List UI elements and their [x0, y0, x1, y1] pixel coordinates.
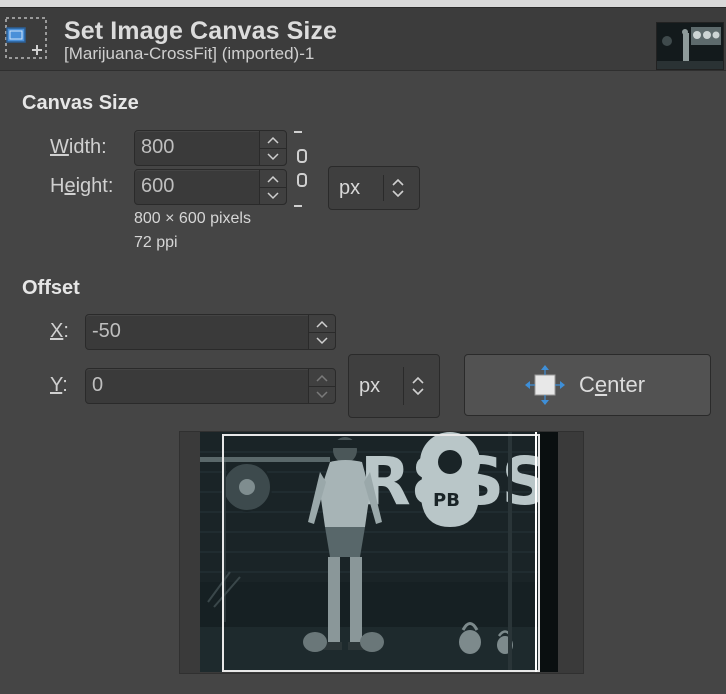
width-label-mnemonic: W	[50, 136, 69, 158]
pixel-dimensions-text: 800 × 600 pixels	[134, 210, 251, 227]
width-label: Width:	[50, 136, 107, 159]
height-label-mnemonic: e	[64, 175, 76, 197]
offset-x-label: X:	[50, 320, 69, 343]
canvas-size-icon	[4, 16, 48, 60]
canvas-preview[interactable]: R8SS PB	[179, 431, 584, 674]
height-spinbutton[interactable]: 600	[134, 169, 287, 205]
offset-x-colon: :	[63, 320, 69, 342]
dialog-header: Set Image Canvas Size [Marijuana-CrossFi…	[0, 8, 726, 71]
preview-image[interactable]: R8SS PB	[200, 432, 558, 672]
offset-y-value[interactable]: 0	[92, 374, 103, 397]
offset-x-decrement-arrow-icon[interactable]	[309, 332, 335, 349]
offset-y-spinbutton[interactable]: 0	[85, 368, 336, 404]
center-button[interactable]: Center	[464, 354, 711, 416]
width-label-rest: idth:	[68, 136, 107, 158]
height-value[interactable]: 600	[141, 175, 174, 198]
canvas-boundary-frame	[222, 434, 540, 672]
size-unit-separator	[383, 175, 384, 201]
offset-x-spinbutton[interactable]: -50	[85, 314, 336, 350]
height-label: Height:	[50, 175, 113, 198]
offset-unit-updown-icon	[411, 375, 425, 402]
dialog-subtitle: [Marijuana-CrossFit] (imported)-1	[64, 44, 315, 63]
chain-link-icon[interactable]	[292, 130, 310, 210]
offset-heading: Offset	[22, 277, 80, 299]
resolution-text: 72 ppi	[134, 234, 178, 251]
width-decrement-arrow-icon[interactable]	[260, 148, 286, 165]
window-top-strip	[0, 0, 726, 8]
offset-x-mnemonic: X	[50, 320, 64, 342]
center-button-label: Center	[579, 372, 645, 398]
dialog-title: Set Image Canvas Size	[64, 17, 338, 45]
offset-unit-selector[interactable]: px	[348, 354, 440, 418]
image-thumbnail	[656, 22, 724, 70]
offset-y-increment-arrow-icon[interactable]	[309, 369, 335, 387]
offset-x-increment-arrow-icon[interactable]	[309, 315, 335, 333]
center-label-rest: nter	[607, 372, 646, 397]
offset-y-label: Y:	[50, 374, 68, 397]
offset-y-spin-arrows[interactable]	[308, 369, 335, 403]
height-label-rest: ight:	[75, 175, 114, 197]
offset-y-colon: :	[62, 374, 68, 396]
width-increment-arrow-icon[interactable]	[260, 131, 286, 149]
height-label-pre: H	[50, 175, 65, 197]
center-label-pre: C	[579, 372, 595, 397]
height-spin-arrows[interactable]	[259, 170, 286, 204]
size-unit-selector[interactable]: px	[328, 166, 420, 210]
height-decrement-arrow-icon[interactable]	[260, 187, 286, 204]
canvas-right-edge	[535, 432, 537, 672]
size-unit-value: px	[339, 177, 361, 199]
width-value[interactable]: 800	[141, 136, 174, 159]
height-increment-arrow-icon[interactable]	[260, 170, 286, 188]
width-spinbutton[interactable]: 800	[134, 130, 287, 166]
canvas-size-heading: Canvas Size	[22, 92, 139, 114]
size-unit-updown-icon	[391, 177, 405, 204]
offset-x-value[interactable]: -50	[92, 320, 121, 343]
offset-x-spin-arrows[interactable]	[308, 315, 335, 349]
offset-y-mnemonic: Y	[50, 374, 63, 396]
offset-unit-separator	[403, 367, 404, 405]
offset-y-decrement-arrow-icon[interactable]	[309, 386, 335, 403]
center-icon	[523, 363, 567, 412]
offset-unit-value: px	[359, 375, 381, 397]
center-label-mnemonic: e	[594, 372, 608, 397]
width-spin-arrows[interactable]	[259, 131, 286, 165]
